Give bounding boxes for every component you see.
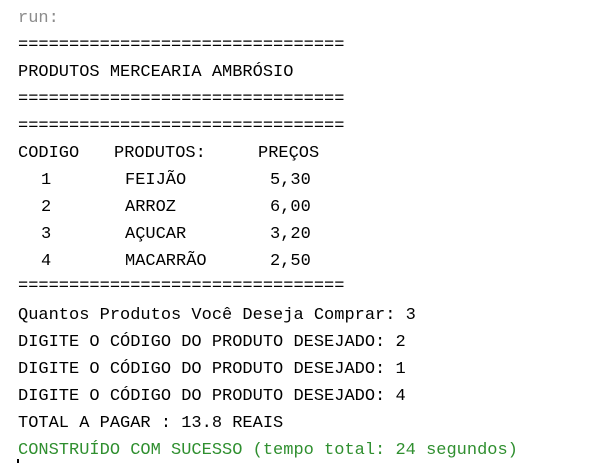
separator-line: ================================ <box>18 36 345 55</box>
header-produtos: PRODUTOS: <box>114 144 206 163</box>
output-console[interactable]: run: ================================ PR… <box>0 0 609 463</box>
separator-line: ================================ <box>18 90 345 109</box>
row-price: 3,20 <box>270 225 311 244</box>
row-code: 1 <box>41 171 52 190</box>
build-status: CONSTRUÍDO COM SUCESSO (tempo total: 24 … <box>18 441 518 460</box>
row-product: ARROZ <box>125 198 177 217</box>
separator-line: ================================ <box>18 117 345 136</box>
row-product: MACARRÃO <box>125 252 207 271</box>
store-title: PRODUTOS MERCEARIA AMBRÓSIO <box>18 63 294 82</box>
quantity-prompt: Quantos Produtos Você Deseja Comprar: 3 <box>18 306 416 325</box>
code-entry: DIGITE O CÓDIGO DO PRODUTO DESEJADO: 1 <box>18 360 406 379</box>
header-precos: PREÇOS <box>258 144 320 163</box>
row-price: 5,30 <box>270 171 311 190</box>
row-price: 2,50 <box>270 252 311 271</box>
row-product: FEIJÃO <box>125 171 187 190</box>
code-entry: DIGITE O CÓDIGO DO PRODUTO DESEJADO: 2 <box>18 333 406 352</box>
header-codigo: CODIGO <box>18 144 80 163</box>
text-caret <box>17 459 19 463</box>
row-price: 6,00 <box>270 198 311 217</box>
row-code: 2 <box>41 198 52 217</box>
row-code: 3 <box>41 225 52 244</box>
code-entry: DIGITE O CÓDIGO DO PRODUTO DESEJADO: 4 <box>18 387 406 406</box>
row-code: 4 <box>41 252 52 271</box>
row-product: AÇUCAR <box>125 225 187 244</box>
total-line: TOTAL A PAGAR : 13.8 REAIS <box>18 414 284 433</box>
separator-line: ================================ <box>18 277 345 296</box>
run-label: run: <box>18 9 59 28</box>
